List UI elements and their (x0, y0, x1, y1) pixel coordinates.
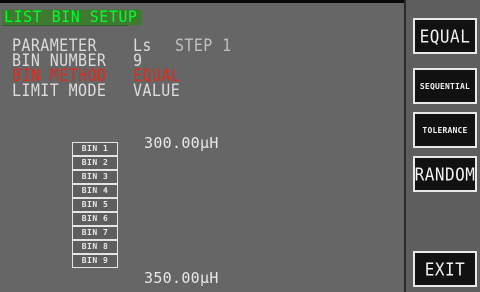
tolerance-button-label: TOLERANCE (422, 125, 468, 135)
exit-button[interactable]: EXIT (413, 251, 477, 287)
high-limit-value[interactable]: 300.00μH (144, 134, 219, 152)
bin-9[interactable]: BIN 9 (72, 254, 118, 268)
bin-7[interactable]: BIN 7 (72, 226, 118, 240)
bin-8[interactable]: BIN 8 (72, 240, 118, 254)
equal-button[interactable]: EQUAL (413, 18, 477, 54)
sequential-button-label: SEQUENTIAL (419, 81, 471, 91)
low-limit-value[interactable]: 350.00μH (144, 269, 219, 287)
title-underline (2, 25, 128, 26)
bin-2[interactable]: BIN 2 (72, 156, 118, 170)
bin-1[interactable]: BIN 1 (72, 142, 118, 156)
equal-button-label: EQUAL (419, 25, 471, 47)
bin-5[interactable]: BIN 5 (72, 198, 118, 212)
main-panel: LIST BIN SETUP PARAMETER Ls STEP 1 BIN N… (0, 0, 404, 292)
bin-4[interactable]: BIN 4 (72, 184, 118, 198)
limit-mode-label: LIMIT MODE (12, 80, 107, 101)
sequential-button[interactable]: SEQUENTIAL (413, 68, 477, 104)
softkey-panel: EQUAL SEQUENTIAL TOLERANCE RANDOM EXIT (404, 0, 480, 292)
random-button[interactable]: RANDOM (413, 156, 477, 192)
random-button-label: RANDOM (414, 163, 476, 185)
bin-3[interactable]: BIN 3 (72, 170, 118, 184)
step-indicator: STEP 1 (175, 35, 232, 56)
limit-mode-value[interactable]: VALUE (133, 82, 180, 99)
bin-6[interactable]: BIN 6 (72, 212, 118, 226)
lcd-screen: LIST BIN SETUP PARAMETER Ls STEP 1 BIN N… (0, 0, 480, 292)
exit-button-label: EXIT (424, 258, 466, 280)
tolerance-button[interactable]: TOLERANCE (413, 112, 477, 148)
page-title: LIST BIN SETUP (2, 9, 142, 26)
